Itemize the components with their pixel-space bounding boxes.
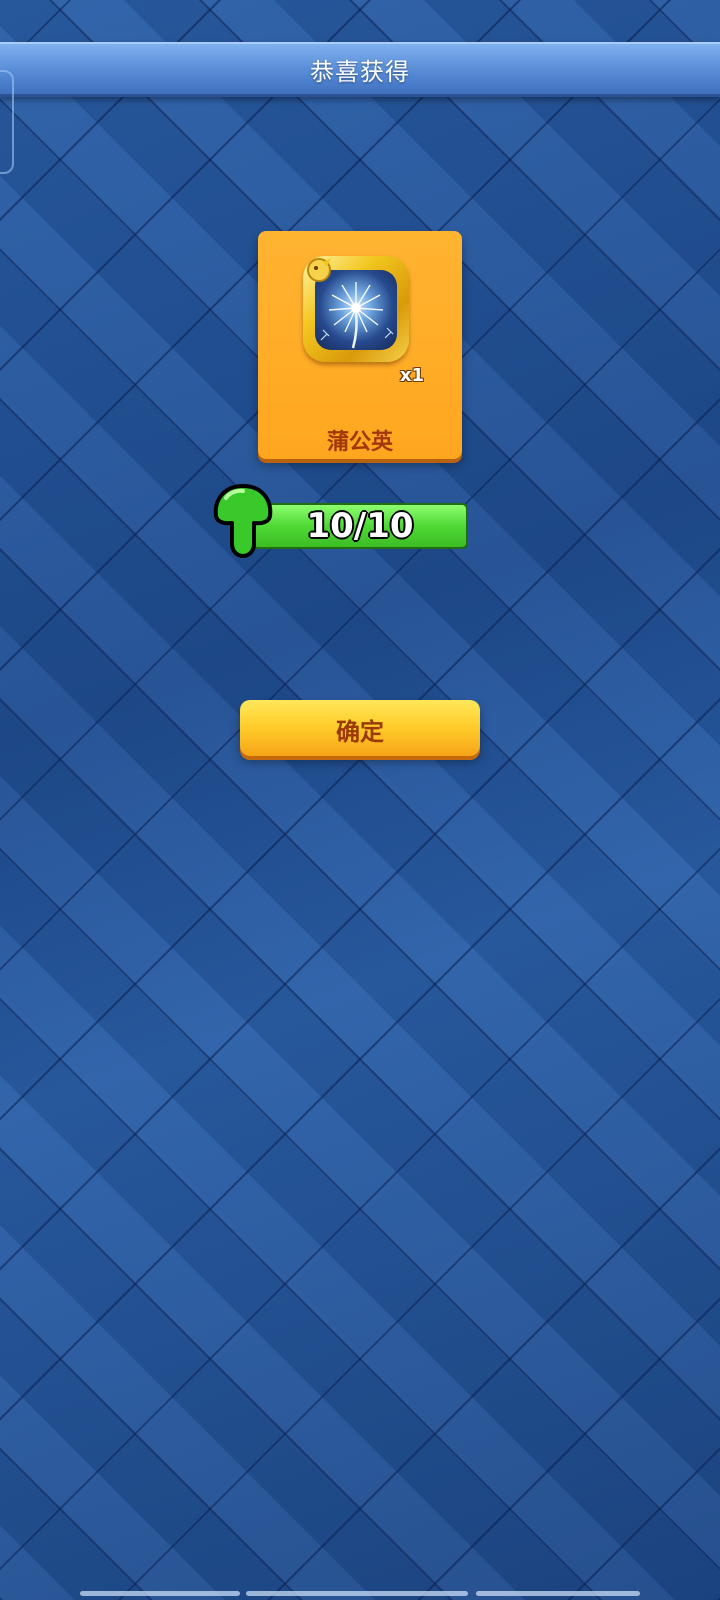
dragon-ornament-icon	[307, 258, 331, 282]
progress-indicator: 10/10	[212, 482, 482, 558]
green-mushroom-icon	[213, 484, 273, 558]
bottom-bar-right	[476, 1591, 640, 1596]
title-bar: 恭喜获得	[0, 42, 720, 97]
item-quantity: x1	[399, 365, 424, 386]
bottom-bar-left	[80, 1591, 240, 1596]
bottom-bar-middle	[246, 1591, 468, 1596]
confirm-button-label: 确定	[336, 718, 384, 746]
item-icon-frame	[303, 256, 409, 362]
page-title: 恭喜获得	[310, 58, 410, 86]
reward-item-card: x1 蒲公英	[258, 231, 462, 459]
confirm-button[interactable]: 确定	[240, 700, 480, 756]
item-name: 蒲公英	[326, 430, 393, 455]
bottom-handle-bars	[80, 1591, 640, 1596]
edge-tab	[0, 70, 14, 174]
progress-text: 10/10	[306, 506, 414, 546]
